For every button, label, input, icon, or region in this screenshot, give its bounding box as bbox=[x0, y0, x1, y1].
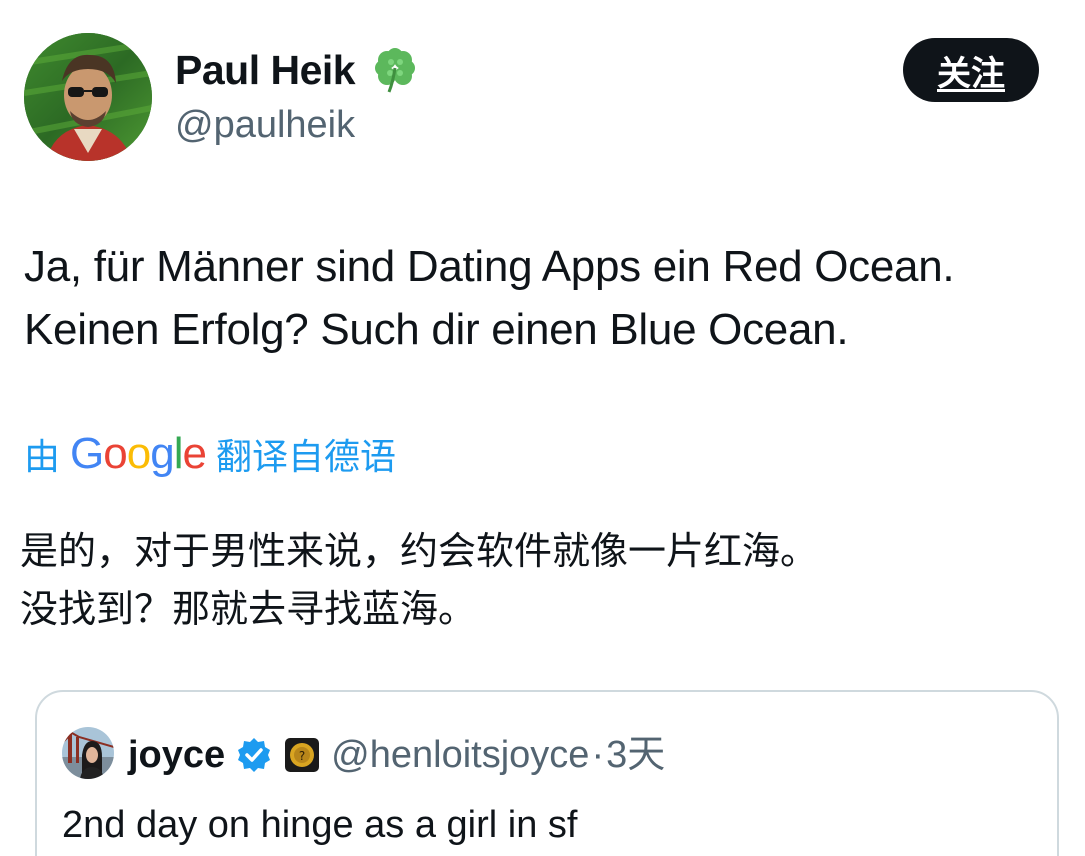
translated-line: 没找到？那就去寻找蓝海。 bbox=[20, 587, 477, 631]
tweet-line: Ja, für Männer sind Dating Apps ein Red … bbox=[24, 242, 955, 291]
author-name[interactable]: Paul Heik bbox=[175, 44, 356, 96]
translation-prefix: 由 bbox=[24, 437, 61, 478]
quote-avatar-image bbox=[62, 727, 114, 779]
verified-badge-icon bbox=[235, 736, 273, 774]
quote-separator: · bbox=[591, 734, 605, 776]
follow-button-label: 关注 bbox=[937, 53, 1005, 94]
follow-button[interactable]: 关注 bbox=[903, 38, 1039, 102]
translated-text: 是的，对于男性来说，约会软件就像一片红海。 没找到？那就去寻找蓝海。 bbox=[20, 522, 1070, 638]
author-handle[interactable]: @paulheik bbox=[175, 101, 355, 149]
quote-author-avatar[interactable] bbox=[62, 727, 114, 779]
quote-timestamp[interactable]: 3天 bbox=[606, 730, 665, 780]
author-avatar[interactable] bbox=[24, 33, 152, 161]
quote-author-handle[interactable]: @henloitsjoyce bbox=[331, 730, 589, 780]
quote-header: joyce ? @henloitsjoyce · 3天 bbox=[128, 730, 665, 780]
translation-label[interactable]: 由 Google 翻译自德语 bbox=[24, 428, 396, 480]
author-name-row[interactable]: Paul Heik bbox=[175, 44, 421, 96]
translation-suffix: 翻译自德语 bbox=[215, 437, 396, 478]
tweet-text: Ja, für Männer sind Dating Apps ein Red … bbox=[24, 235, 1079, 361]
quote-author-name[interactable]: joyce bbox=[128, 730, 225, 780]
quote-tweet-text: 2nd day on hinge as a girl in sf bbox=[62, 804, 578, 846]
svg-text:?: ? bbox=[299, 749, 305, 763]
four-leaf-clover-icon bbox=[369, 44, 421, 96]
tweet-line: Keinen Erfolg? Such dir einen Blue Ocean… bbox=[24, 305, 849, 354]
google-logo: Google bbox=[70, 429, 207, 478]
avatar-image bbox=[24, 33, 152, 161]
tweet-detail: Paul Heik @paulheik 关注 Ja, für Männer si… bbox=[0, 0, 1085, 856]
translated-line: 是的，对于男性来说，约会软件就像一片红海。 bbox=[20, 529, 819, 573]
affiliate-badge-icon: ? bbox=[283, 736, 321, 774]
